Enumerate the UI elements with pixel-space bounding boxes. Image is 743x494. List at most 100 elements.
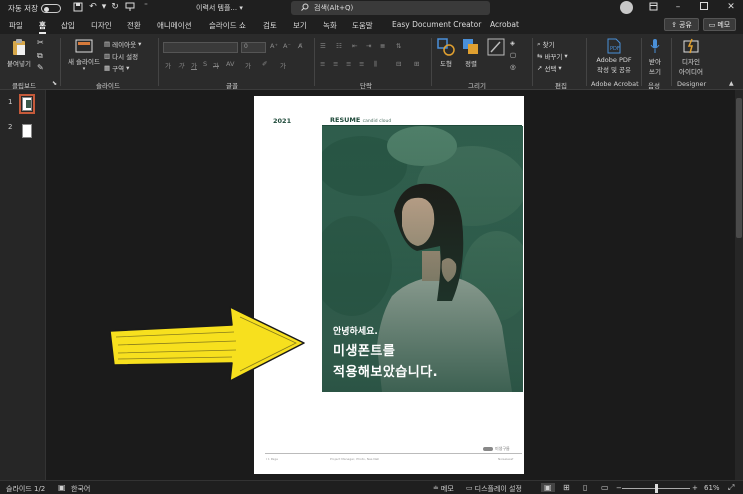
cut-icon[interactable]: ✂ [37, 38, 44, 47]
tab-easy-document-creator[interactable]: Easy Document Creator [392, 20, 481, 29]
align-center-icon[interactable]: ≡ [333, 60, 338, 68]
maximize-icon[interactable] [697, 2, 711, 13]
scrollbar-thumb[interactable] [736, 98, 742, 238]
shape-outline-icon[interactable]: ▢ [510, 51, 516, 59]
quick-styles-button[interactable] [486, 38, 506, 58]
collapse-ribbon-icon[interactable]: ▲ [729, 80, 734, 87]
shapes-button[interactable]: 도형 [435, 38, 457, 68]
zoom-level[interactable]: 61% [704, 484, 720, 492]
autosave-control[interactable]: 자동 저장 [8, 3, 61, 14]
display-settings-button[interactable]: ▭ 디스플레이 설정 [466, 484, 522, 494]
zoom-in-button[interactable]: + [692, 484, 698, 492]
highlight-icon[interactable]: ✐ [262, 60, 267, 68]
text-shadow-icon[interactable]: S [203, 60, 207, 68]
bold-icon[interactable]: 가 [165, 60, 171, 70]
select-button[interactable]: ➚ 선택 ▾ [537, 63, 562, 73]
arrange-button[interactable]: 정렬 [460, 38, 482, 68]
italic-icon[interactable]: 가 [178, 60, 184, 70]
paste-button[interactable]: 붙여넣기 [4, 38, 34, 68]
autosave-toggle[interactable] [40, 4, 61, 13]
clipboard-launcher-icon[interactable]: ⬊ [52, 80, 57, 87]
slide-greeting[interactable]: 안녕하세요. [333, 324, 378, 337]
grow-font-icon[interactable]: A⁺ [270, 42, 278, 50]
layout-button[interactable]: ▤ 레이아웃 ▾ [104, 39, 141, 49]
align-text-icon[interactable]: ⊟ [396, 60, 401, 68]
tab-help[interactable]: 도움말 [352, 20, 373, 31]
bullets-icon[interactable]: ☰ [320, 42, 326, 50]
change-case-icon[interactable]: 가 [245, 60, 251, 70]
yellow-arrow-shape[interactable] [104, 301, 310, 387]
columns-icon[interactable]: ⫼ [374, 60, 377, 69]
format-painter-icon[interactable]: ✎ [37, 63, 44, 72]
slide-footer-left[interactable]: I 1 Page [266, 457, 278, 461]
tab-review[interactable]: 검토 [263, 20, 277, 31]
char-spacing-icon[interactable]: AV [226, 60, 234, 68]
normal-view-icon[interactable]: ▣ [541, 483, 555, 492]
copy-icon[interactable]: ⧉ [37, 51, 43, 61]
redo-icon[interactable]: ↻ [109, 2, 121, 12]
justify-icon[interactable]: ≡ [359, 60, 364, 68]
search-box[interactable]: 검색(Alt+Q) [291, 1, 490, 15]
underline-icon[interactable]: 가 [191, 60, 197, 70]
tab-insert[interactable]: 삽입 [61, 20, 75, 31]
slide-resume-title[interactable]: RESUME candid cloud [330, 116, 391, 124]
tab-design[interactable]: 디자인 [91, 20, 112, 31]
slide-footer-right[interactable]: Noiselessf [498, 457, 513, 461]
slide-thumbnail-1[interactable] [19, 94, 35, 114]
dictate-button[interactable]: 받아 쓰기 [644, 38, 666, 76]
new-slide-button[interactable]: 새 슬라이드 ▾ [65, 38, 103, 72]
font-name-input[interactable] [163, 42, 238, 53]
comments-button[interactable]: ▭ 메모 [703, 18, 736, 31]
numbering-icon[interactable]: ☷ [336, 42, 342, 50]
line-spacing-icon[interactable]: ≣ [380, 42, 385, 50]
shape-effects-icon[interactable]: ◎ [510, 63, 516, 71]
present-icon[interactable] [124, 2, 136, 15]
shape-fill-icon[interactable]: ◈ [510, 39, 515, 47]
save-icon[interactable] [72, 2, 84, 15]
tab-transitions[interactable]: 전환 [127, 20, 141, 31]
slide-footer-middle[interactable]: Project Manager, Photo, Nas Nell [330, 457, 379, 461]
minimize-icon[interactable]: – [671, 2, 685, 12]
font-size-input[interactable]: 0 [241, 42, 266, 53]
shrink-font-icon[interactable]: A⁻ [283, 42, 291, 50]
ribbon-display-icon[interactable] [646, 2, 660, 14]
slide-sorter-icon[interactable]: ⊞ [563, 483, 570, 492]
slide[interactable]: 2021 RESUME candid cloud 안녕하세요. 미생폰트를 적용… [254, 96, 524, 474]
strikethrough-icon[interactable]: 가 [213, 60, 219, 70]
reading-view-icon[interactable]: ▯ [583, 483, 587, 492]
customize-toolbar-icon[interactable]: ⁼ [140, 2, 152, 10]
decrease-indent-icon[interactable]: ⇤ [352, 42, 357, 50]
zoom-out-button[interactable]: − [616, 484, 622, 492]
close-icon[interactable]: ✕ [724, 2, 738, 12]
tab-file[interactable]: 파일 [9, 20, 23, 31]
align-left-icon[interactable]: ≡ [320, 60, 325, 68]
tab-acrobat[interactable]: Acrobat [490, 20, 519, 29]
text-direction-icon[interactable]: ⇅ [396, 42, 401, 50]
tab-view[interactable]: 보기 [293, 20, 307, 31]
account-avatar[interactable] [620, 1, 633, 14]
smartart-icon[interactable]: ⊞ [414, 60, 419, 68]
tab-home[interactable]: 홈 [39, 20, 46, 34]
section-button[interactable]: ▦ 구역 ▾ [104, 63, 129, 73]
document-title[interactable]: 이력서 템플... ▾ [196, 3, 243, 13]
share-button[interactable]: ⇪ 공유 [664, 18, 699, 31]
tab-slideshow[interactable]: 슬라이드 쇼 [209, 20, 246, 31]
increase-indent-icon[interactable]: ⇥ [366, 42, 371, 50]
font-color-icon[interactable]: 가 [280, 60, 286, 70]
tab-animations[interactable]: 애니메이션 [157, 20, 192, 31]
align-right-icon[interactable]: ≡ [346, 60, 351, 68]
notes-button[interactable]: ≐ 메모 [433, 484, 454, 494]
slide-line-2[interactable]: 미생폰트를 [333, 340, 395, 359]
zoom-slider-thumb[interactable] [655, 484, 658, 493]
find-button[interactable]: ⌕ 찾기 [537, 39, 555, 50]
accessibility-icon[interactable]: ▣ [58, 483, 66, 492]
replace-button[interactable]: ⇆ 바꾸기 ▾ [537, 51, 568, 61]
slide-logo[interactable]: 미생구름 [483, 446, 510, 452]
tab-record[interactable]: 녹화 [323, 20, 337, 31]
adobe-pdf-button[interactable]: PDF Adobe PDF 작성 및 공유 [591, 38, 637, 74]
language-indicator[interactable]: 한국어 [71, 484, 90, 494]
fit-slide-icon[interactable]: ⤢ [728, 483, 734, 493]
slide-year[interactable]: 2021 [273, 117, 291, 125]
slideshow-view-icon[interactable]: ▭ [601, 483, 609, 492]
slide-line-3[interactable]: 적용해보았습니다. [333, 361, 438, 380]
